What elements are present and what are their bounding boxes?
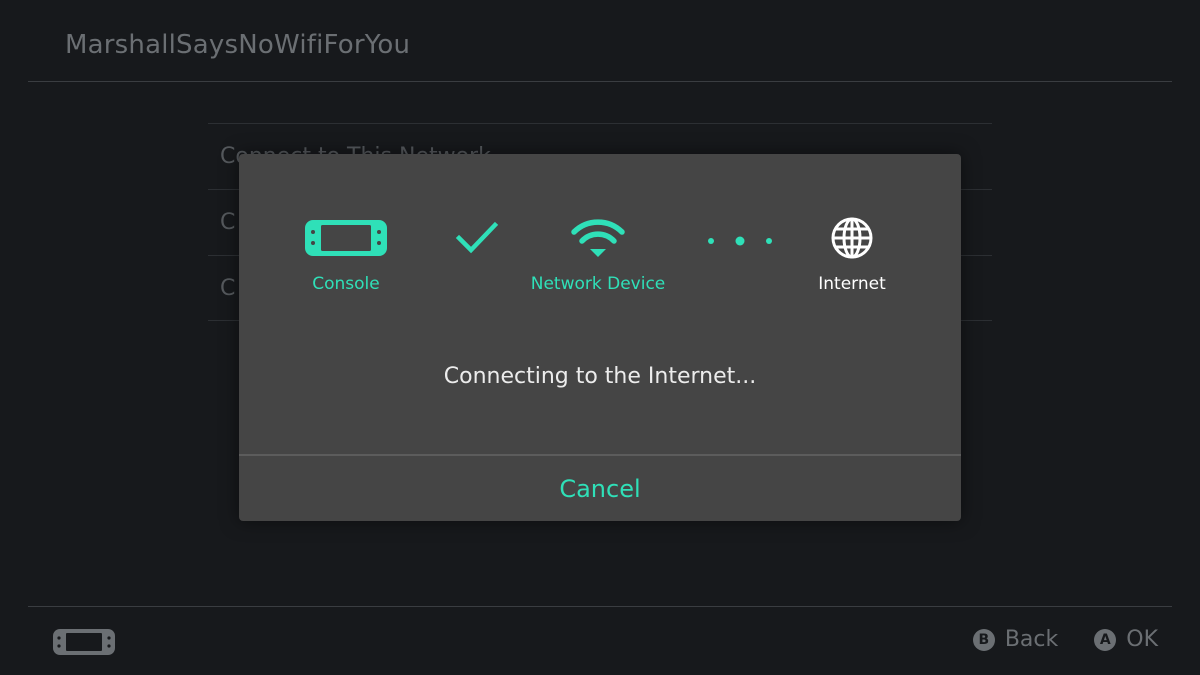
list-item-label: C [220, 210, 236, 235]
status-message: Connecting to the Internet... [443, 364, 757, 389]
step-network-device: Network Device [508, 214, 688, 294]
cancel-button[interactable]: Cancel [239, 456, 961, 521]
step-console: Console [256, 214, 436, 294]
header-divider [28, 81, 1172, 82]
footer-divider [28, 606, 1172, 607]
globe-icon [831, 217, 873, 259]
back-button[interactable]: B Back [972, 627, 1059, 652]
connection-test-screen: MarshallSaysNoWifiForYou Connect to This… [0, 0, 1200, 675]
b-button-icon: B [972, 628, 995, 651]
console-icon [305, 220, 387, 256]
wifi-icon [571, 219, 625, 257]
a-button-icon: A [1094, 628, 1117, 651]
back-label: Back [1004, 627, 1059, 652]
connection-test-dialog: Console Network Device Internet Connecti… [239, 154, 961, 521]
network-name-title: MarshallSaysNoWifiForYou [65, 30, 411, 60]
step-console-label: Console [312, 274, 380, 294]
footer-button-bar: B Back A OK [972, 627, 1158, 652]
step-internet: Internet [762, 214, 942, 294]
step-network-label: Network Device [530, 274, 666, 294]
ok-button[interactable]: A OK [1094, 627, 1158, 652]
check-icon [455, 220, 499, 260]
ok-label: OK [1126, 627, 1158, 652]
step-internet-label: Internet [818, 274, 886, 294]
page-header: MarshallSaysNoWifiForYou [0, 0, 1200, 82]
list-item-label: C [220, 276, 236, 301]
console-status-icon [52, 628, 116, 660]
